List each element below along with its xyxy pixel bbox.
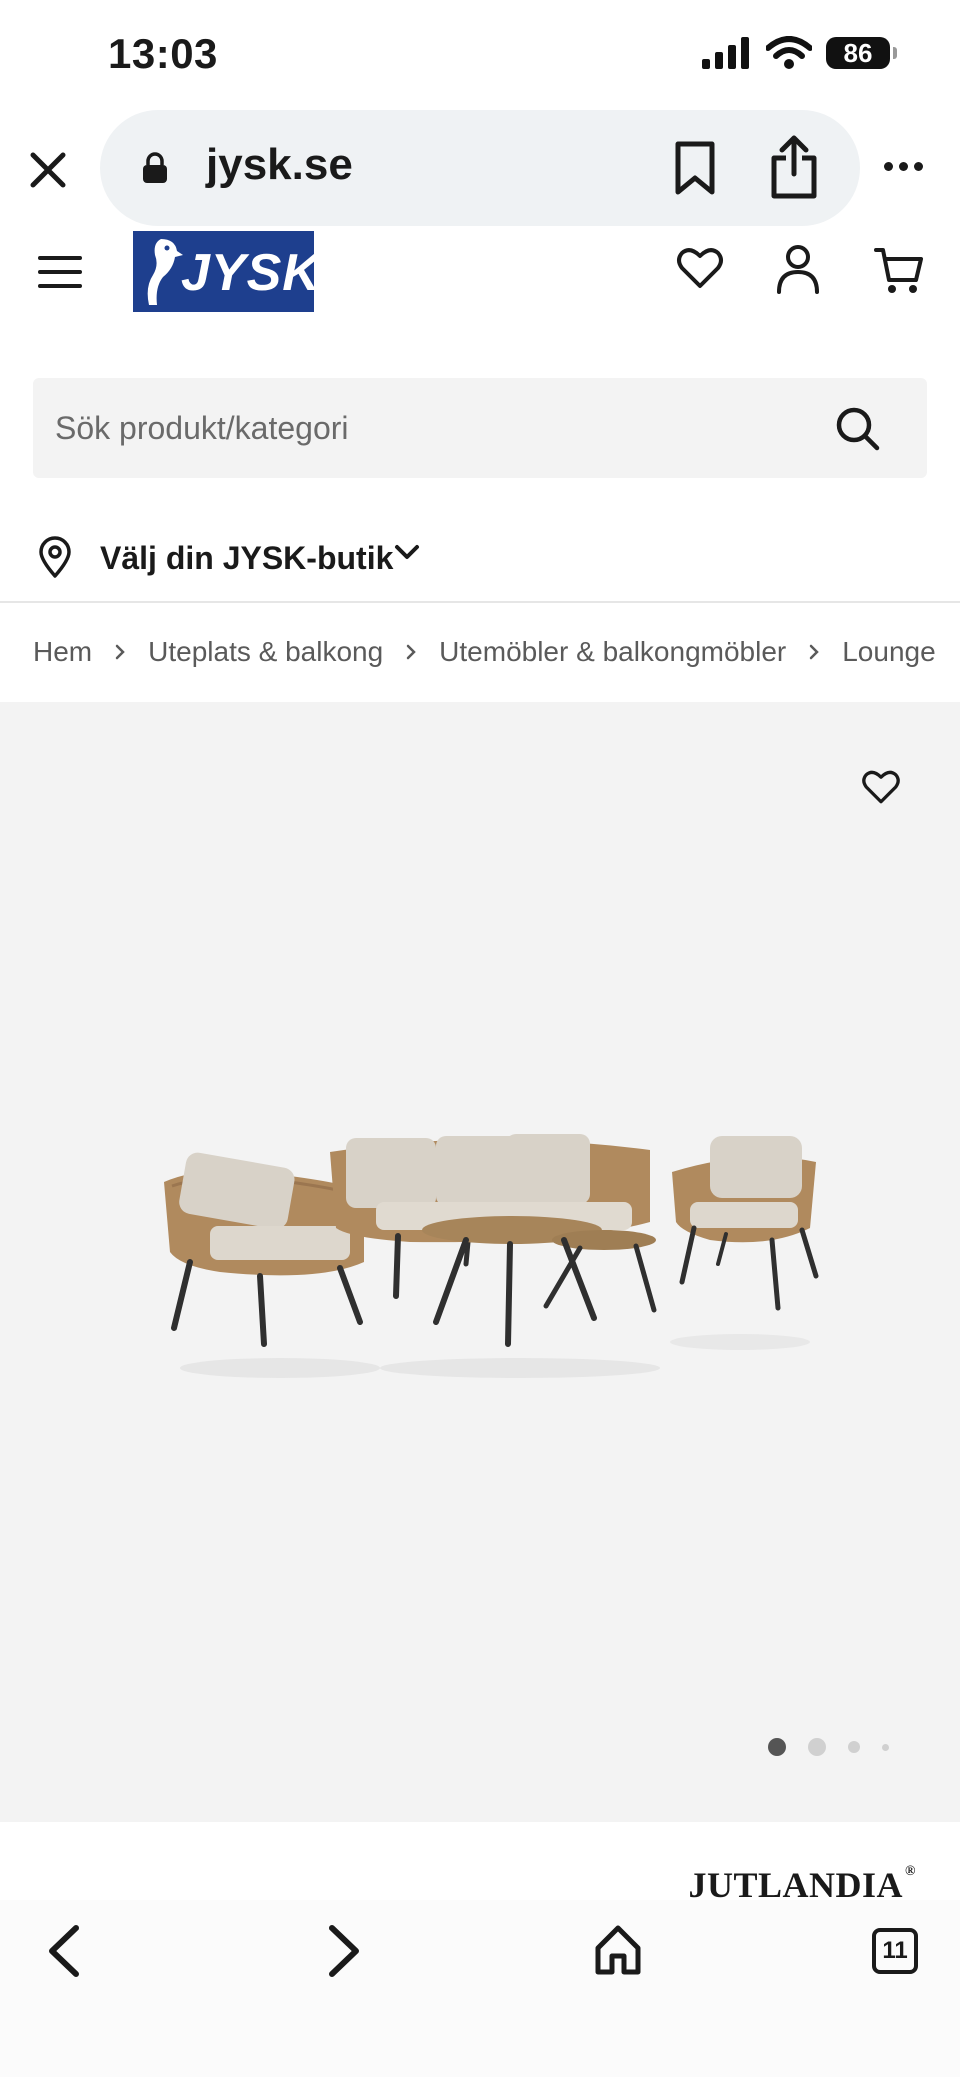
- site-header: JYSK: [0, 230, 960, 330]
- status-icons: 86: [702, 36, 897, 70]
- lock-icon: [143, 152, 167, 183]
- pagination-dot[interactable]: [882, 1743, 889, 1751]
- close-icon: [30, 152, 66, 188]
- pagination-dot[interactable]: [808, 1738, 826, 1756]
- back-icon: [49, 1925, 79, 1977]
- chevron-down-icon: [395, 545, 419, 559]
- store-selector[interactable]: Välj din JYSK-butik: [0, 520, 960, 600]
- breadcrumb-item-lounge[interactable]: Lounge: [842, 636, 935, 668]
- heart-icon: [862, 770, 900, 804]
- battery-indicator: 86: [826, 37, 897, 69]
- home-button[interactable]: [594, 1924, 642, 1981]
- heart-icon: [677, 248, 723, 288]
- cart-icon: [874, 248, 923, 293]
- add-to-wishlist-button[interactable]: [861, 769, 901, 810]
- user-icon: [777, 245, 819, 294]
- cart-button[interactable]: [874, 246, 924, 301]
- forward-icon: [329, 1925, 359, 1977]
- back-button[interactable]: [42, 1924, 88, 1983]
- tabs-button[interactable]: 11: [872, 1928, 918, 1974]
- pagination-dot[interactable]: [848, 1741, 860, 1753]
- location-pin-icon: [39, 536, 71, 578]
- signal-icon: [702, 37, 749, 69]
- menu-icon: [38, 256, 82, 288]
- wishlist-button[interactable]: [676, 246, 724, 295]
- status-bar: 13:03 86: [0, 0, 960, 110]
- chevron-right-icon: [114, 643, 126, 661]
- breadcrumb-item-hem[interactable]: Hem: [33, 636, 92, 668]
- status-time: 13:03: [108, 30, 218, 77]
- breadcrumb-item-utemobler[interactable]: Utemöbler & balkongmöbler: [439, 636, 786, 668]
- browser-bottom-bar: 11: [0, 1900, 960, 2077]
- brand-row: JUTLANDIA ®: [0, 1822, 960, 1905]
- brand-name-text: JUTLANDIA: [688, 1865, 904, 1905]
- search-box: [33, 378, 927, 478]
- forward-button[interactable]: [320, 1924, 366, 1983]
- breadcrumb-item-uteplats[interactable]: Uteplats & balkong: [148, 636, 383, 668]
- more-icon: [884, 162, 893, 171]
- brand-registered-mark: ®: [905, 1864, 916, 1879]
- bookmark-button[interactable]: [672, 140, 718, 201]
- product-gallery[interactable]: [0, 702, 960, 1822]
- jysk-logo[interactable]: JYSK: [133, 231, 314, 312]
- logo-text: JYSK: [181, 244, 314, 302]
- search-icon[interactable]: [835, 406, 881, 452]
- share-button[interactable]: [768, 134, 820, 205]
- gallery-pagination: [768, 1738, 889, 1756]
- search-input[interactable]: [55, 378, 815, 478]
- wifi-icon: [766, 36, 812, 69]
- product-image: [164, 1134, 819, 1378]
- url-text: jysk.se: [206, 140, 353, 189]
- menu-button[interactable]: [38, 254, 82, 295]
- store-label: Välj din JYSK-butik: [100, 540, 394, 576]
- home-icon: [595, 1925, 641, 1975]
- breadcrumb: Hem Uteplats & balkong Utemöbler & balko…: [33, 632, 960, 672]
- logo-bird-icon: [147, 239, 183, 305]
- close-button[interactable]: [24, 146, 72, 194]
- more-button[interactable]: [884, 162, 923, 171]
- chevron-right-icon: [808, 643, 820, 661]
- url-bar[interactable]: jysk.se: [100, 110, 860, 226]
- divider: [0, 601, 960, 603]
- browser-bar: jysk.se: [0, 110, 960, 230]
- share-icon: [771, 135, 817, 199]
- pagination-dot-active[interactable]: [768, 1738, 786, 1756]
- account-button[interactable]: [776, 244, 820, 299]
- bookmark-icon: [675, 141, 715, 195]
- chevron-right-icon: [405, 643, 417, 661]
